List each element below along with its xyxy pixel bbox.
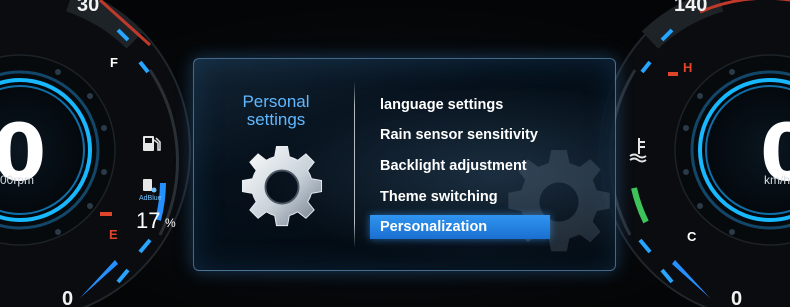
right-unit-label: km/h [764, 173, 790, 187]
tach-top-number: 30 [77, 0, 100, 16]
menu-item-language-settings[interactable]: language settings [370, 93, 550, 117]
panel-title-line2: settings [246, 110, 306, 129]
temp-hot-label: H [683, 60, 693, 75]
speed-bottom-number: 0 [731, 288, 743, 307]
panel-divider [354, 81, 355, 248]
panel-title: Personal settings [216, 93, 336, 129]
menu-item-personalization[interactable]: Personalization [370, 215, 550, 239]
personal-settings-panel: Personal settings language settings Rain… [193, 58, 616, 271]
instrument-cluster: 30 F E AdBlue 17 % 0 00rpm 0 140 H C 0 k… [0, 0, 790, 307]
temp-cold-label: C [687, 229, 697, 244]
adblue-label: AdBlue [139, 195, 162, 202]
left-unit-label: 00rpm [0, 173, 35, 187]
percent-symbol: % [165, 216, 176, 230]
panel-title-line1: Personal [242, 92, 310, 111]
fuel-full-label: F [110, 55, 118, 70]
tach-bottom-number: 0 [62, 288, 74, 307]
menu-item-rain-sensor-sensitivity[interactable]: Rain sensor sensitivity [370, 123, 550, 147]
menu-item-backlight-adjustment[interactable]: Backlight adjustment [370, 154, 550, 178]
speed-top-number: 140 [674, 0, 708, 16]
adblue-percent: 17 [136, 208, 161, 233]
fuel-empty-label: E [109, 227, 118, 242]
gear-icon [236, 141, 328, 233]
menu-item-theme-switching[interactable]: Theme switching [370, 185, 550, 209]
